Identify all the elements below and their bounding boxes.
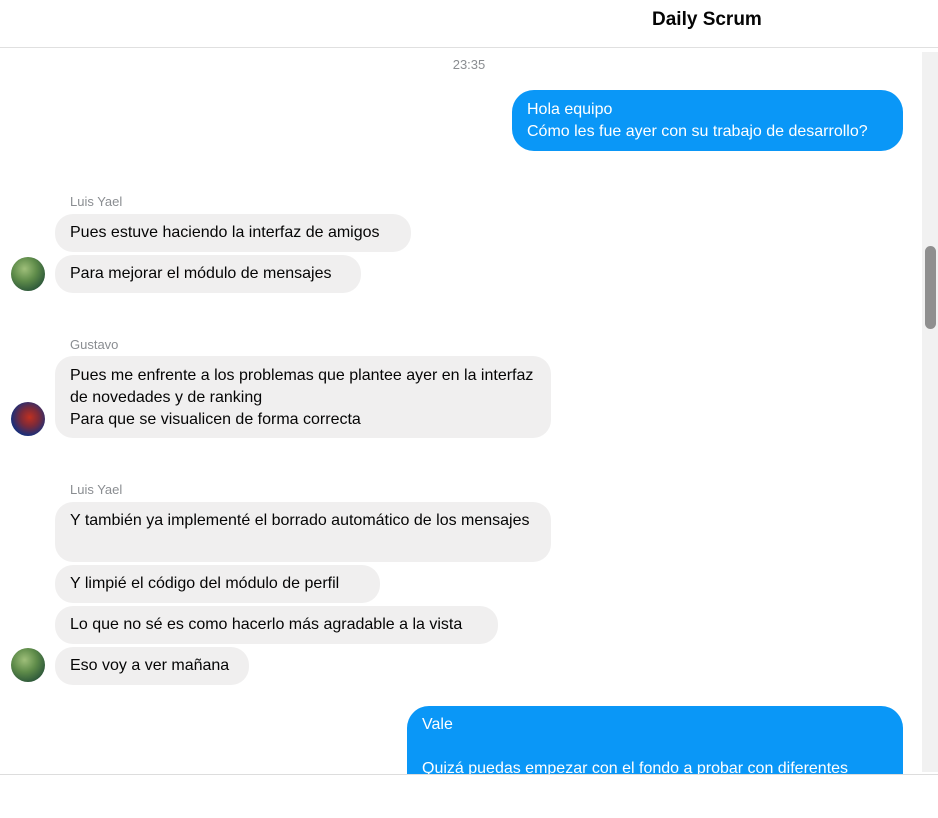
incoming-message[interactable]: Pues me enfrente a los problemas que pla… [55, 356, 551, 438]
sender-name: Luis Yael [70, 482, 123, 497]
scrollbar-thumb[interactable] [925, 246, 936, 329]
message-composer[interactable] [0, 774, 938, 818]
outgoing-message[interactable]: Hola equipo Cómo les fue ayer con su tra… [512, 90, 903, 151]
message-timestamp: 23:35 [452, 57, 486, 72]
incoming-message[interactable]: Eso voy a ver mañana [55, 647, 249, 685]
scrollbar-track[interactable] [922, 52, 938, 772]
chat-header: Daily Scrum [0, 0, 938, 48]
avatar[interactable] [11, 402, 45, 436]
incoming-message[interactable]: Y limpié el código del módulo de perfil [55, 565, 380, 603]
message-list[interactable]: 23:35 Hola equipo Cómo les fue ayer con … [0, 49, 922, 774]
sender-name: Luis Yael [70, 194, 123, 209]
sender-name: Gustavo [70, 337, 119, 352]
avatar[interactable] [11, 648, 45, 682]
incoming-message[interactable]: Lo que no sé es como hacerlo más agradab… [55, 606, 498, 644]
incoming-message[interactable]: Pues estuve haciendo la interfaz de amig… [55, 214, 411, 252]
avatar[interactable] [11, 257, 45, 291]
outgoing-message[interactable]: Vale Quizá puedas empezar con el fondo a… [407, 706, 903, 774]
incoming-message[interactable]: Para mejorar el módulo de mensajes [55, 255, 361, 293]
incoming-message[interactable]: Y también ya implementé el borrado autom… [55, 502, 551, 562]
conversation-title: Daily Scrum [652, 9, 762, 30]
